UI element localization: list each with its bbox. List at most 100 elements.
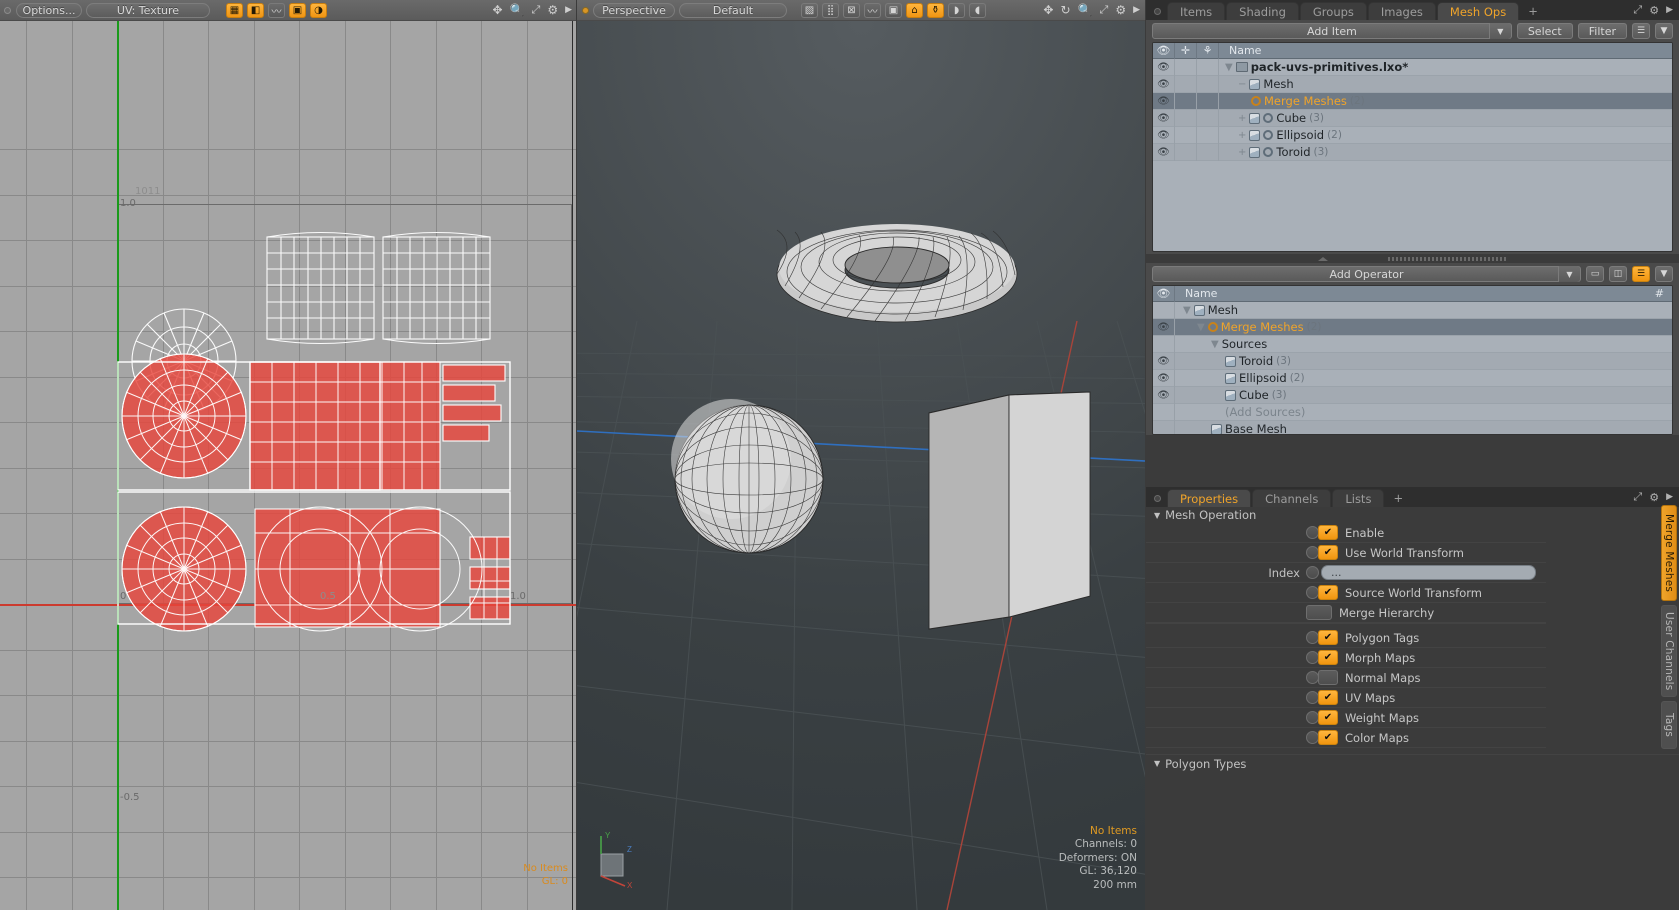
boundingbox-icon[interactable]: ⊠	[843, 3, 860, 18]
table-row[interactable]: 👁 ▼pack-uvs-primitives.lxo*	[1153, 59, 1672, 76]
table-row[interactable]: 👁Ellipsoid(2)	[1153, 370, 1672, 387]
row-name-cell[interactable]: −Mesh	[1219, 77, 1672, 91]
checkbox-weight-maps[interactable]: ✔	[1318, 710, 1338, 725]
tab-lists[interactable]: Lists	[1332, 489, 1384, 507]
item-icon[interactable]: ⌂	[906, 3, 923, 18]
uv-square-icon[interactable]: ▣	[289, 3, 306, 18]
meshops-filter-icon[interactable]: ▼	[1655, 266, 1673, 282]
row-visibility-toggle[interactable]: 👁	[1153, 76, 1175, 93]
tab-images[interactable]: Images	[1368, 2, 1436, 20]
uv-gear-icon[interactable]: ⚙	[547, 3, 558, 17]
side-tab-tags[interactable]: Tags	[1661, 701, 1677, 749]
viewport-pan-icon[interactable]: ✥	[1043, 3, 1053, 17]
viewport-menu-dot[interactable]	[582, 7, 589, 14]
row-name-cell[interactable]: Merge Meshes(2)	[1219, 94, 1672, 108]
row-visibility-toggle[interactable]	[1153, 302, 1175, 319]
checkbox-morph-maps[interactable]: ✔	[1318, 650, 1338, 665]
row-name-cell[interactable]: ▼Sources	[1175, 337, 1672, 351]
table-row[interactable]: Base Mesh	[1153, 421, 1672, 435]
side-tab-merge-meshes[interactable]: Merge Meshes	[1661, 505, 1677, 601]
table-row[interactable]: 👁+Toroid(3)	[1153, 144, 1672, 161]
deform-icon[interactable]: 〰	[864, 3, 881, 18]
row-name-cell[interactable]: ▼Merge Meshes(2)	[1175, 320, 1672, 334]
checkbox-normal-maps[interactable]	[1318, 670, 1338, 685]
light-icon[interactable]: ⚱	[927, 3, 944, 18]
row-name-cell[interactable]: +Toroid(3)	[1219, 145, 1672, 159]
table-row[interactable]: 👁▼Merge Meshes(2)	[1153, 319, 1672, 336]
chevron-down-icon[interactable]: ▼	[1489, 23, 1511, 39]
row-visibility-toggle[interactable]: 👁	[1153, 59, 1175, 76]
viewport-more-icon[interactable]: ▶	[1133, 5, 1140, 15]
uv-fit-icon[interactable]: ⤢	[532, 3, 541, 17]
properties-gear-icon[interactable]: ⚙	[1649, 491, 1659, 504]
checkbox-group[interactable]: ✔Source World Transform	[1306, 585, 1482, 600]
shadow-icon[interactable]: ◖	[969, 3, 986, 18]
row-expander-icon[interactable]: ▼	[1211, 339, 1219, 350]
item-tree[interactable]: 👁 ✛ ⚘ Name 👁▼pack-uvs-primitives.lxo*👁−M…	[1152, 42, 1673, 252]
row-visibility-toggle[interactable]: 👁	[1153, 127, 1175, 144]
viewport-view-dropdown[interactable]: Perspective	[593, 3, 675, 18]
backdrop-icon[interactable]: ◗	[948, 3, 965, 18]
viewport-fit-icon[interactable]: ⤢	[1100, 3, 1109, 17]
uv-options-button[interactable]: Options...	[16, 3, 82, 18]
row-name-cell[interactable]: ▼pack-uvs-primitives.lxo*	[1219, 60, 1672, 74]
chevron-down-icon-2[interactable]: ▼	[1558, 266, 1580, 282]
uv-border-icon[interactable]: ◧	[247, 3, 264, 18]
viewport-gear-icon[interactable]: ⚙	[1115, 3, 1126, 17]
table-row[interactable]: 👁 −Mesh	[1153, 76, 1672, 93]
checkbox-use-world-transform[interactable]: ✔	[1318, 545, 1338, 560]
checkbox-group[interactable]: ✔Color Maps	[1306, 730, 1409, 745]
uv-canvas[interactable]: 1011 1.0 0 -0.5 0.5 1.0 No Items GL: 0	[0, 21, 576, 910]
index-radio[interactable]	[1306, 566, 1319, 579]
viewport-zoom-icon[interactable]: 🔍	[1078, 3, 1093, 17]
select-button[interactable]: Select	[1517, 23, 1573, 39]
table-row[interactable]: 👁Merge Meshes(2)	[1153, 93, 1672, 110]
uv-grid-icon[interactable]: ▦	[226, 3, 243, 18]
properties-menu-dot[interactable]	[1154, 495, 1161, 502]
mesh-operation-section-header[interactable]: ▼ Mesh Operation	[1146, 507, 1679, 523]
list-options-icon[interactable]: ☰	[1632, 23, 1650, 39]
row-expander-icon[interactable]: ▼	[1197, 322, 1205, 333]
checkbox-group[interactable]: ✔Weight Maps	[1306, 710, 1419, 725]
checkbox-group[interactable]: ✔Use World Transform	[1306, 545, 1464, 560]
row-expander-icon[interactable]: +	[1238, 113, 1246, 124]
panel-splitter-1[interactable]	[1146, 254, 1679, 263]
row-visibility-toggle[interactable]	[1153, 336, 1175, 353]
meshops-list-icon[interactable]: ☰	[1632, 266, 1650, 282]
table-row[interactable]: 👁 +Cube(3)	[1153, 110, 1672, 127]
viewport3d-canvas[interactable]: Y X Z No Items Channels: 0 Deformers: ON…	[577, 21, 1145, 910]
table-row[interactable]: 👁Toroid(3)	[1153, 353, 1672, 370]
uv-more-icon[interactable]: ▶	[565, 5, 572, 15]
table-row[interactable]: (Add Sources)	[1153, 404, 1672, 421]
checkbox-group[interactable]: ✔Enable	[1306, 525, 1384, 540]
row-name-cell[interactable]: Base Mesh	[1175, 422, 1672, 435]
tab-shading[interactable]: Shading	[1226, 2, 1299, 20]
uv-wave-icon[interactable]: 〰	[268, 3, 285, 18]
tab-mesh-ops[interactable]: Mesh Ops	[1437, 2, 1519, 20]
filter-button[interactable]: Filter	[1578, 23, 1627, 39]
uv-pan-icon[interactable]: ✥	[492, 3, 502, 17]
uv-zoom-icon[interactable]: 🔍	[510, 3, 525, 17]
row-name-cell[interactable]: (Add Sources)	[1175, 405, 1672, 419]
points-icon[interactable]: ⣿	[822, 3, 839, 18]
row-visibility-toggle[interactable]: 👁	[1153, 110, 1175, 127]
polygon-types-collapse-icon[interactable]: ▼	[1154, 759, 1160, 768]
row-name-cell[interactable]: Ellipsoid(2)	[1175, 371, 1672, 385]
table-row[interactable]: 👁Cube(3)	[1153, 387, 1672, 404]
tab-add[interactable]: +	[1520, 2, 1546, 20]
row-expander-icon[interactable]: ▼	[1225, 62, 1233, 73]
checkbox-merge-hierarchy[interactable]	[1306, 605, 1332, 620]
mesh-ops-tree[interactable]: 👁 Name # ▼Mesh👁▼Merge Meshes(2)▼Sources👁…	[1152, 285, 1673, 435]
expand-icon[interactable]: ⤢	[1633, 3, 1642, 17]
add-item-button[interactable]: Add Item ▼	[1152, 23, 1512, 39]
row-visibility-toggle[interactable]: 👁	[1153, 319, 1175, 336]
row-visibility-toggle[interactable]: 👁	[1153, 353, 1175, 370]
index-input[interactable]: ...	[1321, 565, 1536, 580]
row-name-cell[interactable]: +Cube(3)	[1219, 111, 1672, 125]
side-tab-user-channels[interactable]: User Channels	[1661, 605, 1677, 697]
right-panel-menu-dot[interactable]	[1154, 8, 1161, 15]
more-icon[interactable]: ▶	[1666, 5, 1673, 15]
row-name-cell[interactable]: Toroid(3)	[1175, 354, 1672, 368]
uv-mirror-icon[interactable]: ◑	[310, 3, 327, 18]
row-visibility-toggle[interactable]	[1153, 421, 1175, 436]
